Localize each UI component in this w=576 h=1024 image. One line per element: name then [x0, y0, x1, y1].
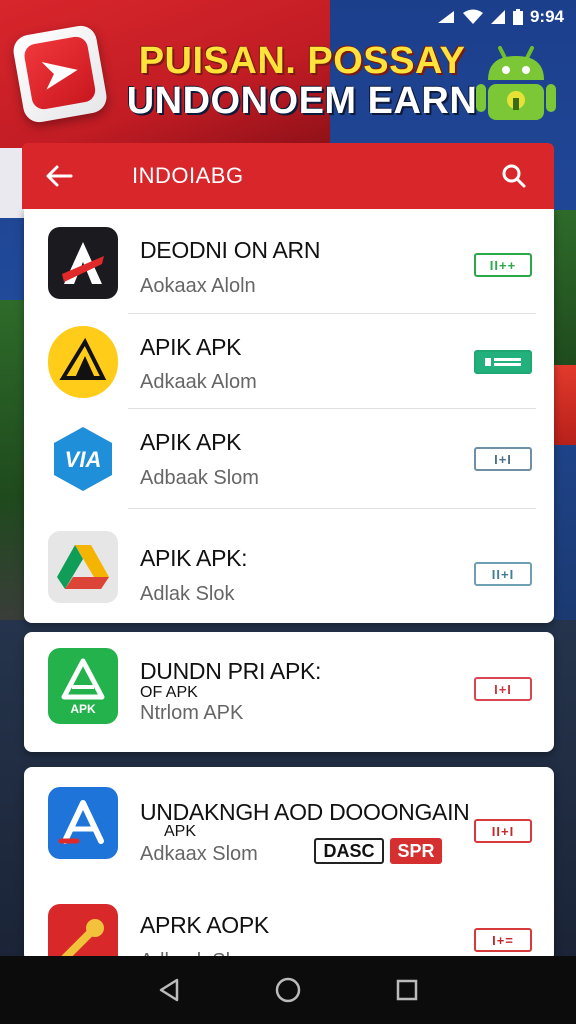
circle-home-icon — [275, 977, 301, 1003]
app-subtitle: Adlak Slok — [140, 583, 235, 605]
app-name: APRK AOPK — [140, 912, 269, 938]
search-icon — [502, 164, 526, 188]
cell-signal-icon — [490, 9, 506, 25]
install-button[interactable]: II+I — [474, 819, 532, 843]
square-recents-icon — [396, 979, 417, 1001]
navigation-bar — [0, 956, 576, 1024]
install-button[interactable] — [474, 350, 532, 374]
install-button[interactable]: I+= — [474, 928, 532, 952]
list-item[interactable]: APIK APK: Adlak Slok II+I — [24, 509, 554, 623]
apk-icon-text: APK — [70, 702, 96, 716]
app-tag: OF APK — [140, 684, 198, 701]
app-subtitle: Adbaak Slom — [140, 467, 259, 489]
app-icon-drive — [48, 531, 118, 603]
app-name: APIK APK — [140, 334, 242, 360]
arrow-left-icon — [46, 165, 73, 187]
status-bar: 9:94 — [436, 4, 564, 30]
app-bar-title: INDOIABG — [132, 163, 244, 188]
more-apps-card: UNDAKNGH AOD DOOONGAIN APK Adkaax Slom D… — [24, 767, 554, 962]
app-name: DEODNI ON ARN — [140, 237, 321, 263]
install-button[interactable]: I+I — [474, 677, 532, 701]
list-item[interactable]: VIA APIK APK Adbaak Slom I+I — [24, 409, 554, 509]
background-palm-left — [0, 300, 26, 630]
featured-app-card[interactable]: APK DUNDN PRI APK: OF APK Ntrlom APK I+I — [24, 632, 554, 752]
app-icon-appstore — [48, 787, 118, 859]
status-time: 9:94 — [529, 7, 564, 26]
triangle-drive-icon — [57, 545, 109, 589]
app-subtitle: Ntrlom APK — [140, 702, 244, 724]
app-name: UNDAKNGH AOD DOOONGAIN — [140, 799, 470, 825]
app-icon-tools — [48, 904, 118, 962]
banner-title: PUISAN. POSSAY UNDONOEM EARN — [122, 40, 482, 122]
signal-icon — [436, 9, 456, 25]
nav-recents-button[interactable] — [385, 968, 429, 1012]
battery-icon — [512, 8, 524, 26]
app-subtitle: Aokaax Aloln — [140, 275, 256, 297]
app-bar: INDOIABG — [22, 143, 554, 209]
app-name: DUNDN PRI APK: — [140, 658, 322, 684]
badge-filled: SPR — [390, 838, 442, 864]
badge-outline: DASC — [314, 838, 384, 864]
hexagon-logo-icon: VIA — [54, 427, 112, 491]
list-item[interactable]: APIK APK Adkaak Alom — [24, 314, 554, 409]
search-button[interactable] — [494, 156, 534, 196]
app-subtitle: Adkaax Slom — [140, 843, 258, 865]
app-icon-via: VIA — [48, 423, 118, 495]
app-subtitle: Adkaak Alom — [140, 371, 257, 393]
app-store-a-icon — [58, 800, 104, 844]
nav-back-button[interactable] — [147, 968, 191, 1012]
wifi-icon — [462, 9, 484, 25]
apk-logo-icon: APK — [61, 658, 105, 716]
background-palm-right — [552, 210, 576, 370]
app-tag: APK — [164, 823, 197, 840]
list-item[interactable]: APRK AOPK Adkaak Slom I+= — [24, 882, 554, 962]
list-item[interactable]: DEODNI ON ARN Aokaax Aloln II++ — [24, 209, 554, 314]
triangle-back-icon — [160, 978, 179, 1002]
nav-home-button[interactable] — [266, 968, 310, 1012]
app-list-card: DEODNI ON ARN Aokaax Aloln II++ APIK APK… — [24, 209, 554, 623]
play-arrow-icon — [41, 62, 78, 90]
app-icon-yellow — [48, 326, 118, 398]
app-icon-apk: APK — [48, 648, 118, 724]
app-name: APIK APK: — [140, 545, 248, 571]
list-item[interactable]: UNDAKNGH AOD DOOONGAIN APK Adkaax Slom D… — [24, 767, 554, 882]
back-button[interactable] — [36, 153, 82, 199]
wrench-icon — [61, 919, 104, 962]
list-lines-icon — [485, 358, 521, 366]
app-icon-deodni — [48, 227, 118, 299]
triangle-logo-icon — [59, 337, 107, 380]
install-button[interactable]: I+I — [474, 447, 532, 471]
banner-title-line1: PUISAN. POSSAY — [138, 40, 466, 82]
background-tent-right — [552, 365, 576, 445]
banner-logo-left — [10, 23, 110, 125]
android-robot-icon — [470, 38, 562, 130]
banner-title-line2: UNDONOEM EARN — [126, 79, 478, 122]
install-button[interactable]: II++ — [474, 253, 532, 277]
svg-text:VIA: VIA — [65, 447, 102, 472]
letter-a-logo-icon — [62, 242, 104, 284]
app-name: APIK APK — [140, 429, 242, 455]
install-button[interactable]: II+I — [474, 562, 532, 586]
